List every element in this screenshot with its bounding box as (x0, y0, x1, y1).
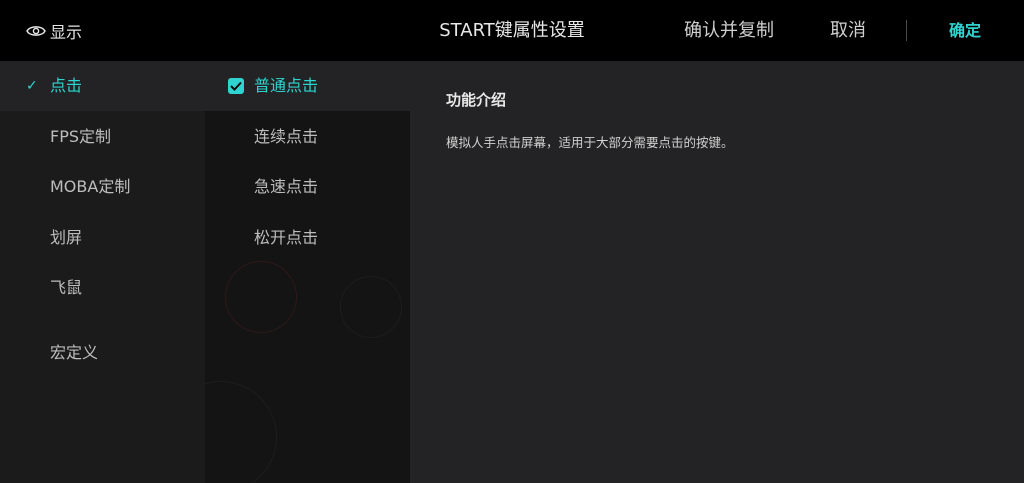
show-label: 显示 (50, 23, 83, 42)
page-title-text: START键属性设置 (439, 20, 585, 41)
background-decoration (340, 276, 402, 338)
category-item-macro[interactable]: 宏定义 (0, 328, 205, 378)
category-item-moba[interactable]: MOBA定制 (0, 162, 205, 212)
subtype-item-normal[interactable]: 普通点击 (205, 61, 410, 111)
check-icon: ✓ (26, 78, 38, 94)
background-decoration (205, 381, 277, 483)
category-label: 划屏 (50, 228, 83, 247)
category-item-click[interactable]: ✓ 点击 (0, 61, 205, 111)
page-title: START键属性设置 (0, 0, 1024, 61)
show-toggle[interactable]: 显示 (26, 18, 82, 44)
category-label: 飞鼠 (50, 278, 83, 297)
category-item-air-mouse[interactable]: 飞鼠 (0, 263, 205, 313)
divider (906, 20, 907, 41)
category-item-fps[interactable]: FPS定制 (0, 112, 205, 162)
category-item-swipe[interactable]: 划屏 (0, 213, 205, 263)
ok-button[interactable]: 确定 (949, 0, 981, 61)
category-label: FPS定制 (50, 127, 112, 146)
subtype-item-rapid[interactable]: 急速点击 (205, 162, 410, 212)
category-label: 点击 (50, 76, 83, 95)
subtype-label: 普通点击 (254, 76, 319, 95)
top-bar: 显示 START键属性设置 确认并复制 取消 确定 (0, 0, 1024, 61)
category-label: 宏定义 (50, 343, 99, 362)
subtype-label: 连续点击 (254, 127, 319, 146)
category-label: MOBA定制 (50, 177, 131, 196)
detail-panel: 功能介绍 模拟人手点击屏幕，适用于大部分需要点击的按键。 (410, 61, 1024, 483)
detail-title: 功能介绍 (446, 91, 507, 109)
cancel-button[interactable]: 取消 (830, 0, 866, 61)
detail-description: 模拟人手点击屏幕，适用于大部分需要点击的按键。 (446, 135, 734, 150)
background-decoration (225, 261, 297, 333)
subtype-item-continuous[interactable]: 连续点击 (205, 112, 410, 162)
checkbox-checked-icon (228, 78, 244, 94)
confirm-copy-button[interactable]: 确认并复制 (684, 0, 774, 61)
subtype-list: 普通点击 连续点击 急速点击 松开点击 (205, 61, 410, 483)
subtype-item-release[interactable]: 松开点击 (205, 213, 410, 263)
category-list: ✓ 点击 FPS定制 MOBA定制 划屏 飞鼠 宏定义 (0, 61, 205, 483)
subtype-label: 松开点击 (254, 228, 319, 247)
eye-icon (26, 26, 46, 36)
subtype-label: 急速点击 (254, 177, 319, 196)
